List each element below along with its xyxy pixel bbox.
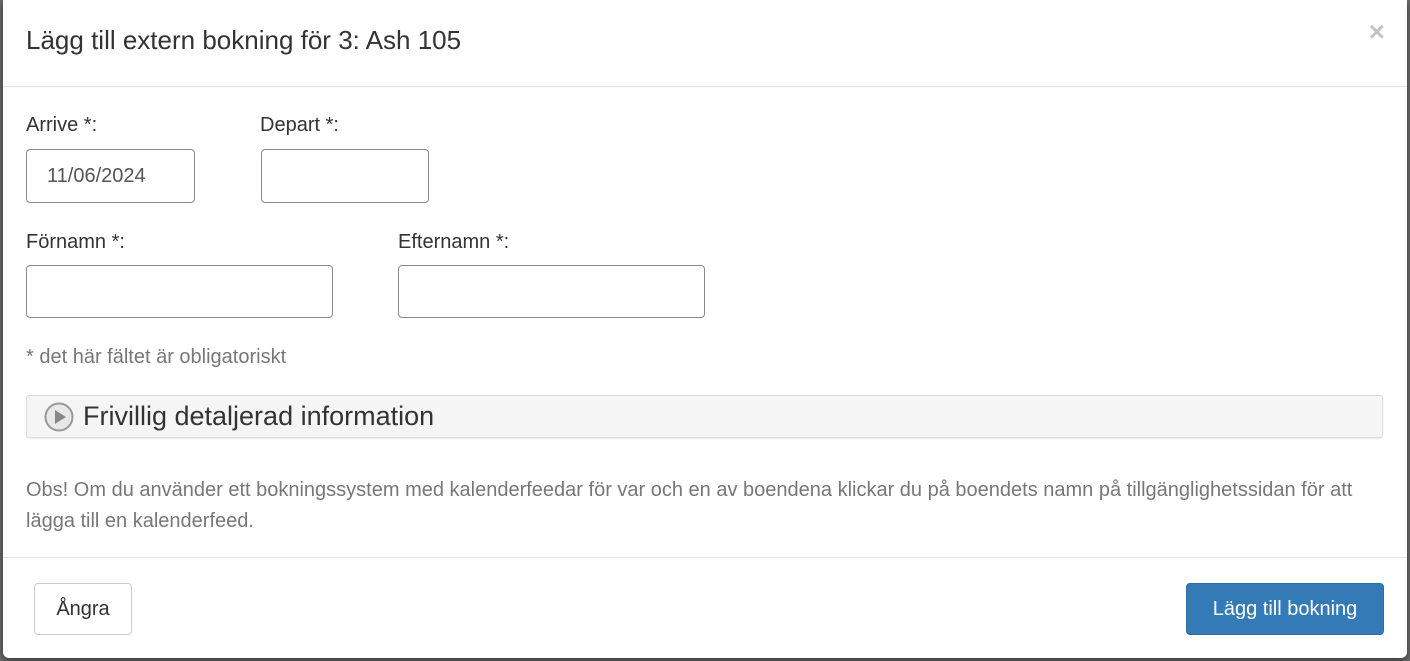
add-booking-button[interactable]: Lägg till bokning (1186, 583, 1384, 635)
first-name-input[interactable] (26, 265, 333, 318)
depart-label: Depart *: (260, 114, 339, 136)
last-name-label: Efternamn *: (398, 231, 510, 253)
required-field-note: * det här fältet är obligatoriskt (26, 346, 287, 368)
last-name-input[interactable] (398, 265, 705, 318)
play-circle-icon (44, 402, 74, 432)
optional-details-title: Frivillig detaljerad information (83, 401, 435, 431)
close-icon[interactable]: × (1369, 18, 1385, 46)
add-booking-modal: Lägg till extern bokning för 3: Ash 105 … (3, 0, 1407, 658)
optional-details-toggle[interactable]: Frivillig detaljerad information (26, 395, 1383, 438)
cancel-button[interactable]: Ångra (34, 583, 132, 635)
depart-date-input[interactable] (261, 149, 429, 203)
modal-header: Lägg till extern bokning för 3: Ash 105 … (3, 0, 1407, 87)
calendar-feed-notice: Obs! Om du använder ett bokningssystem m… (26, 479, 1353, 532)
modal-footer: Ångra Lägg till bokning (3, 557, 1407, 659)
modal-title: Lägg till extern bokning för 3: Ash 105 (26, 25, 462, 55)
arrive-label: Arrive *: (26, 114, 98, 136)
arrive-date-input[interactable] (26, 149, 195, 203)
first-name-label: Förnamn *: (26, 231, 125, 253)
